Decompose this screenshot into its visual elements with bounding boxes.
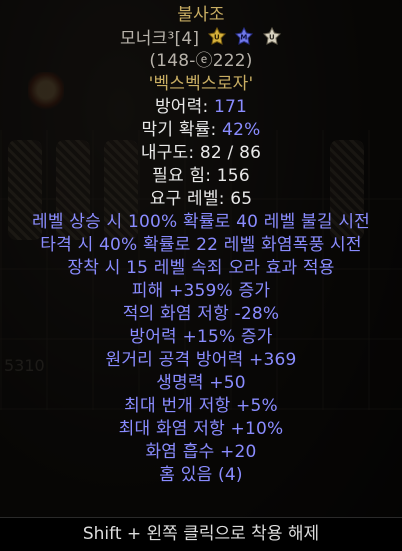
quality-gold-icon: U — [207, 27, 226, 45]
item-defense-range: (148-ⓔ222) — [149, 51, 253, 71]
item-name: 불사조 — [177, 5, 225, 25]
mod-line: 생명력 +50 — [156, 373, 246, 393]
svg-text:U: U — [269, 34, 275, 42]
runeword-name: '벡스벡스로자' — [148, 74, 254, 94]
durability-stat: 내구도: 82 / 86 — [140, 143, 262, 163]
mod-line: 타격 시 40% 확률로 22 레벨 화염폭풍 시전 — [40, 235, 362, 255]
defense-value: 171 — [214, 97, 248, 117]
quality-blue-icon: M — [235, 27, 254, 45]
mod-line: 원거리 공격 방어력 +369 — [105, 350, 297, 370]
item-tooltip: 불사조 모너크³[4] U M U (148-ⓔ222) '벡스벡스로자' 방어… — [0, 0, 402, 518]
svg-text:M: M — [241, 34, 248, 42]
mod-line: 방어력 +15% 증가 — [129, 327, 273, 347]
unequip-hint: Shift + 왼쪽 클릭으로 착용 해제 — [0, 517, 402, 551]
block-value: 42% — [222, 120, 261, 140]
mod-line: 피해 +359% 증가 — [131, 281, 271, 301]
mod-line: 장착 시 15 레벨 속죄 오라 효과 적용 — [67, 258, 335, 278]
required-strength: 필요 힘: 156 — [152, 166, 250, 186]
mod-line: 홈 있음 (4) — [159, 465, 243, 485]
mod-line: 적의 화염 저항 -28% — [122, 304, 280, 324]
defense-stat: 방어력: 171 — [0, 96, 402, 119]
mod-line: 화염 흡수 +20 — [145, 442, 257, 462]
item-base-line: 모너크³[4] U M U — [0, 27, 402, 50]
item-base-name: 모너크³[4] — [119, 29, 200, 49]
svg-text:U: U — [214, 34, 220, 42]
required-level: 요구 레벨: 65 — [149, 189, 253, 209]
block-label: 막기 확률: — [141, 120, 223, 140]
mod-line: 레벨 상승 시 100% 확률로 40 레벨 불길 시전 — [31, 212, 371, 232]
quality-white-icon: U — [262, 27, 282, 45]
block-chance-stat: 막기 확률: 42% — [0, 119, 402, 142]
mod-line: 최대 화염 저항 +10% — [118, 419, 284, 439]
defense-label: 방어력: — [154, 97, 214, 117]
mod-line: 최대 번개 저항 +5% — [124, 396, 278, 416]
